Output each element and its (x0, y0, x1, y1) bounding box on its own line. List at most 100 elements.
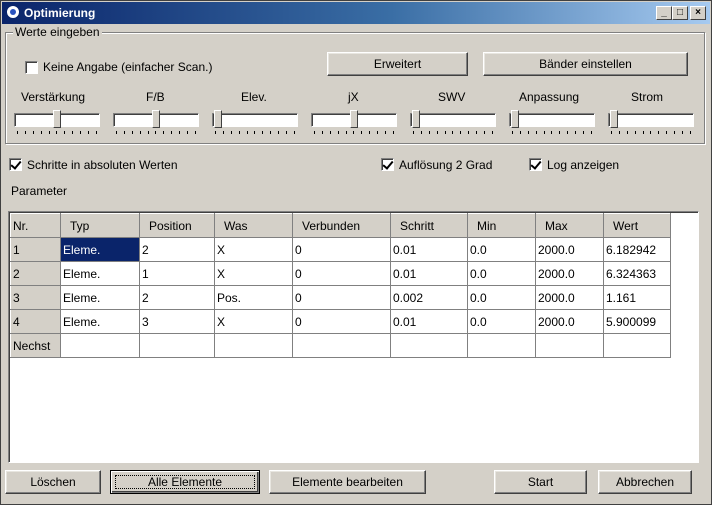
cell-connected[interactable]: 0 (292, 261, 391, 286)
edit-elements-button[interactable]: Elemente bearbeiten (269, 470, 426, 494)
cell-type[interactable]: Eleme. (60, 237, 140, 262)
cell-step[interactable] (390, 333, 468, 358)
row-header[interactable]: 2 (10, 261, 61, 286)
close-button[interactable]: × (690, 6, 706, 20)
advanced-button[interactable]: Erweitert (327, 52, 468, 76)
cell-type[interactable]: Eleme. (60, 261, 140, 286)
cell-step[interactable]: 0.01 (390, 309, 468, 334)
slider-tick (179, 131, 181, 134)
cell-value[interactable] (603, 333, 671, 358)
cell-what[interactable]: Pos. (214, 285, 293, 310)
cell-min[interactable]: 0.0 (467, 237, 536, 262)
gain-slider[interactable] (14, 107, 100, 137)
row-header[interactable]: Nechst (10, 333, 61, 358)
slider-label-match: Anpassung (519, 90, 580, 104)
slider-label-jx: jX (348, 90, 359, 104)
cell-connected[interactable]: 0 (292, 285, 391, 310)
slider-label-swv: SWV (438, 90, 466, 104)
slider-thumb[interactable] (511, 110, 519, 128)
bands-settings-button[interactable]: Bänder einstellen (483, 52, 688, 76)
table-row[interactable]: 1 Eleme. 2 X 0 0.01 0.0 2000.0 6.182942 (10, 237, 671, 262)
slider-tick (293, 131, 295, 134)
maximize-button[interactable]: □ (672, 6, 688, 20)
cell-step[interactable]: 0.01 (390, 261, 468, 286)
row-header[interactable]: 4 (10, 309, 61, 334)
cell-position[interactable]: 2 (139, 285, 215, 310)
cell-step[interactable]: 0.01 (390, 237, 468, 262)
slider-thumb[interactable] (214, 110, 222, 128)
slider-tick (222, 131, 224, 134)
cell-max[interactable]: 2000.0 (535, 309, 604, 334)
column-header-type[interactable]: Typ (60, 213, 140, 238)
cell-what[interactable] (214, 333, 293, 358)
cell-position[interactable]: 3 (139, 309, 215, 334)
cell-position[interactable]: 1 (139, 261, 215, 286)
column-header-position[interactable]: Position (139, 213, 215, 238)
table-row[interactable]: 3 Eleme. 2 Pos. 0 0.002 0.0 2000.0 1.161 (10, 285, 671, 310)
cell-type[interactable] (60, 333, 140, 358)
column-header-connected[interactable]: Verbunden (292, 213, 391, 238)
slider-thumb[interactable] (53, 110, 61, 128)
cell-connected[interactable] (292, 333, 391, 358)
cell-min[interactable]: 0.0 (467, 261, 536, 286)
column-header-value[interactable]: Wert (603, 213, 671, 238)
column-header-nr[interactable]: Nr. (10, 213, 61, 238)
cell-value[interactable]: 5.900099 (603, 309, 671, 334)
slider-tick (460, 131, 462, 134)
cell-type[interactable]: Eleme. (60, 285, 140, 310)
absolute-steps-checkbox[interactable] (9, 158, 22, 171)
slider-thumb[interactable] (350, 110, 358, 128)
cell-connected[interactable]: 0 (292, 309, 391, 334)
cell-max[interactable]: 2000.0 (535, 285, 604, 310)
match-slider[interactable] (509, 107, 595, 137)
column-header-min[interactable]: Min (467, 213, 536, 238)
current-slider[interactable] (608, 107, 694, 137)
cell-max[interactable]: 2000.0 (535, 237, 604, 262)
row-header[interactable]: 1 (10, 237, 61, 262)
cell-position[interactable]: 2 (139, 237, 215, 262)
fb-slider[interactable] (113, 107, 199, 137)
no-spec-checkbox[interactable] (25, 61, 38, 74)
title-bar[interactable]: Optimierung _ □ × (2, 2, 710, 24)
cell-value[interactable]: 1.161 (603, 285, 671, 310)
cell-connected[interactable]: 0 (292, 237, 391, 262)
cell-what[interactable]: X (214, 309, 293, 334)
table-header-row: Nr. Typ Position Was Verbunden Schritt M… (10, 213, 671, 238)
cell-what[interactable]: X (214, 261, 293, 286)
row-header[interactable]: 3 (10, 285, 61, 310)
elev-slider[interactable] (212, 107, 298, 137)
resolution-checkbox[interactable] (381, 158, 394, 171)
parameter-grid[interactable]: Nr. Typ Position Was Verbunden Schritt M… (8, 211, 699, 463)
cell-min[interactable]: 0.0 (467, 309, 536, 334)
cancel-button[interactable]: Abbrechen (598, 470, 692, 494)
column-header-step[interactable]: Schritt (390, 213, 468, 238)
show-log-checkbox[interactable] (529, 158, 542, 171)
delete-button[interactable]: Löschen (5, 470, 101, 494)
cell-max[interactable] (535, 333, 604, 358)
column-header-what[interactable]: Was (214, 213, 293, 238)
table-row[interactable]: Nechst (10, 333, 671, 358)
swv-slider[interactable] (410, 107, 496, 137)
slider-tick (650, 131, 652, 134)
cell-position[interactable] (139, 333, 215, 358)
start-button[interactable]: Start (494, 470, 587, 494)
all-elements-button[interactable]: Alle Elemente (110, 470, 260, 494)
cell-step[interactable]: 0.002 (390, 285, 468, 310)
table-row[interactable]: 4 Eleme. 3 X 0 0.01 0.0 2000.0 5.900099 (10, 309, 671, 334)
cell-value[interactable]: 6.182942 (603, 237, 671, 262)
cell-type[interactable]: Eleme. (60, 309, 140, 334)
column-header-max[interactable]: Max (535, 213, 604, 238)
cell-what[interactable]: X (214, 237, 293, 262)
minimize-button[interactable]: _ (656, 6, 672, 20)
cell-min[interactable]: 0.0 (467, 285, 536, 310)
jx-slider[interactable] (311, 107, 397, 137)
slider-thumb[interactable] (152, 110, 160, 128)
table-row[interactable]: 2 Eleme. 1 X 0 0.01 0.0 2000.0 6.324363 (10, 261, 671, 286)
cell-min[interactable] (467, 333, 536, 358)
slider-thumb[interactable] (610, 110, 618, 128)
cell-value[interactable]: 6.324363 (603, 261, 671, 286)
cell-max[interactable]: 2000.0 (535, 261, 604, 286)
slider-tick (392, 131, 394, 134)
slider-tick (658, 131, 660, 134)
slider-thumb[interactable] (412, 110, 420, 128)
